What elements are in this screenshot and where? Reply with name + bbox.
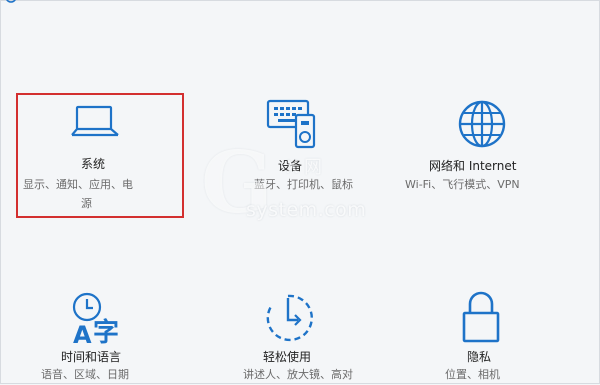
tile-title: 轻松使用: [263, 350, 312, 364]
lock-icon: [461, 291, 501, 343]
svg-text:字: 字: [93, 317, 119, 345]
settings-home-panel: 系统 显示、通知、应用、电 源 设备 蓝牙、打印机、鼠标 网络和 Interne…: [0, 0, 600, 384]
tile-description: 语音、区域、日期: [41, 368, 129, 381]
ease-of-access-icon: [263, 293, 313, 343]
watermark-text: system.com: [246, 199, 367, 221]
tile-title: 隐私: [467, 350, 492, 364]
tile-privacy[interactable]: 隐私 位置、相机: [441, 289, 561, 385]
tile-ease-of-access[interactable]: 轻松使用 讲述人、放大镜、高对: [241, 291, 381, 385]
tile-description: 蓝牙、打印机、鼠标: [254, 178, 353, 191]
tile-title: 时间和语言: [61, 350, 122, 364]
tile-time-language[interactable]: A 字 时间和语言 语音、区域、日期: [31, 289, 181, 385]
tile-description: 显示、通知、应用、电: [23, 178, 133, 191]
tile-description: Wi-Fi、飞行模式、VPN: [405, 178, 520, 191]
tile-title: 网络和 Internet: [429, 159, 517, 173]
globe-icon: [457, 99, 507, 149]
tile-title: 系统: [81, 157, 106, 171]
tile-system[interactable]: 系统 显示、通知、应用、电 源: [23, 99, 183, 214]
tile-title: 设备: [278, 159, 303, 173]
time-language-icon: A 字: [69, 291, 125, 345]
tile-description: 讲述人、放大镜、高对: [243, 368, 353, 381]
svg-text:A: A: [73, 321, 92, 345]
settings-gear-icon: [3, 0, 19, 13]
laptop-icon: [71, 105, 119, 141]
tile-network-internet[interactable]: 网络和 Internet Wi-Fi、飞行模式、VPN: [401, 97, 591, 197]
tile-description-continued: 源: [81, 197, 92, 210]
tile-devices[interactable]: 设备 蓝牙、打印机、鼠标: [236, 97, 376, 197]
devices-icon: [266, 99, 318, 149]
tile-description: 位置、相机: [445, 368, 500, 381]
